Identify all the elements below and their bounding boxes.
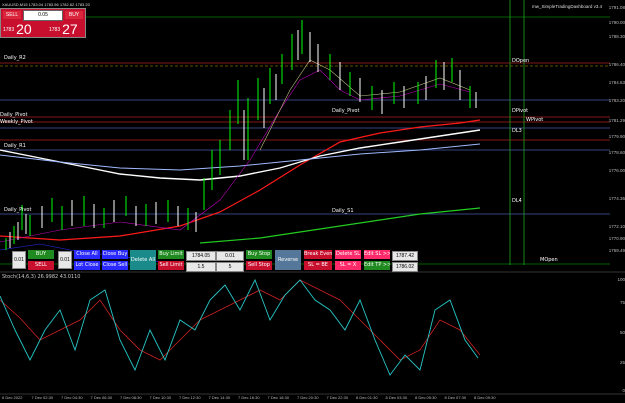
time-axis-label: 8 Dec 05:30 (415, 395, 437, 400)
wpivot-label: WPivot (526, 117, 544, 123)
buy-limit-price[interactable]: 1784.05 (186, 251, 216, 261)
price-axis-label: 1784.63 (608, 80, 625, 85)
sell-limit-price[interactable]: 1.5 (186, 262, 216, 272)
price-axis-label: 1772.10 (608, 224, 625, 229)
symbol-title: XAUUSD,M15 1783.04 1783.56 1782.62 1783.… (2, 2, 90, 7)
price-axis-label: 1791.08 (608, 5, 625, 10)
price-axis-label: 1769.49 (608, 248, 625, 253)
buy-button[interactable]: BUY (28, 250, 54, 259)
delete-sl-button[interactable]: Delete SL (335, 250, 361, 259)
close-all-button[interactable]: Close All (74, 250, 100, 259)
time-axis-label: 7 Dec 20:30 (297, 395, 319, 400)
price-axis-label: 1778.60 (608, 150, 625, 155)
time-axis-label: 8 Dec 07:30 (444, 395, 467, 400)
time-axis-label: 7 Dec 12:30 (179, 395, 201, 400)
dopen-label: DOpen (512, 58, 530, 64)
time-axis-label: 7 Dec 08:30 (120, 395, 142, 400)
time-axis-label: 6 Dec 2022 (2, 395, 23, 400)
one-click-sell-button[interactable]: SELL (3, 11, 21, 19)
edit-tp-button[interactable]: Edit TP >> (364, 261, 390, 270)
stoch-title: Stoch(14,6,3) 26.9982 43.0110 (2, 274, 81, 280)
reverse-button[interactable]: Reverse (275, 250, 301, 270)
time-axis-label: 7 Dec 06:30 (90, 395, 113, 400)
one-click-buy-button[interactable]: BUY (65, 11, 83, 19)
price-axis-label: 1776.00 (608, 168, 625, 173)
time-axis-label: 7 Dec 22:30 (326, 395, 349, 400)
time-axis-label: 7 Dec 16:30 (238, 395, 260, 400)
price-axis-label: 1790.00 (608, 20, 625, 25)
edit-tp-value[interactable]: 1786.02 (392, 262, 418, 272)
sell-limit-button[interactable]: Sell Limit (158, 261, 184, 270)
lot-close-button[interactable]: Lot Close (74, 261, 100, 270)
mopen-label: MOpen (540, 257, 558, 263)
price-axis-label: 1786.40 (608, 62, 625, 67)
sell-button[interactable]: SELL (28, 261, 54, 270)
time-axis-label: 7 Dec 18:30 (267, 395, 290, 400)
weekly-pivot-label: Weekly_Pivot (0, 119, 33, 125)
time-axis-label: 7 Dec 14:30 (208, 395, 231, 400)
lot-input-2[interactable]: 0.01 (58, 251, 72, 269)
time-axis-label: 8 Dec 01:30 (356, 395, 378, 400)
time-axis-label: 7 Dec 10:30 (149, 395, 172, 400)
daily-r1-label: Daily_R1 (4, 143, 26, 149)
buy-limit-lot[interactable]: 0.01 (216, 251, 244, 261)
trade-panel: 0.01 BUY SELL 0.01 Close All Close Buy L… (0, 250, 420, 272)
close-buy-button[interactable]: Close Buy (102, 250, 128, 259)
sl-x-button[interactable]: SL = X (335, 261, 361, 270)
time-axis-label: 7 Dec 02:30 (31, 395, 54, 400)
price-axis-label: 1783.20 (608, 98, 625, 103)
dl3-label: DL3 (512, 128, 522, 134)
time-axis-label: 7 Dec 04:30 (61, 395, 83, 400)
buy-limit-button[interactable]: Buy Limit (158, 250, 184, 259)
one-click-lot-input[interactable]: 0.05 (23, 10, 63, 21)
time-axis-label: 8 Dec 03:30 (385, 395, 408, 400)
edit-sl-value[interactable]: 1787.42 (392, 251, 418, 261)
close-sell-button[interactable]: Close Sell (102, 261, 128, 270)
buy-stop-button[interactable]: Buy Stop (246, 250, 272, 259)
price-axis-label: 1774.36 (608, 196, 625, 201)
daily-pivot-mid-label: Daily_Pivot (332, 108, 360, 114)
price-axis-label: 1788.30 (608, 34, 625, 39)
price-axis-label: 1779.90 (608, 134, 625, 139)
price-chart[interactable] (0, 0, 625, 403)
time-axis-label: 8 Dec 09:30 (474, 395, 496, 400)
daily-pivot-label: Daily_Pivot (0, 112, 28, 118)
sell-stop-button[interactable]: Sell Stop (246, 261, 272, 270)
sl-be-button[interactable]: SL = BE (304, 261, 332, 270)
price-axis-label: 1770.90 (608, 236, 625, 241)
daily-r2-label: Daily_R2 (4, 55, 26, 61)
dpivot-label: DPivot (512, 108, 529, 114)
price-axis-label: 1781.29 (608, 118, 625, 123)
daily-s1-label: Daily_S1 (332, 208, 354, 214)
bid-price: 1783 20 (3, 21, 32, 37)
dashboard-title: mw_SimpleTradingDashboard v3.4 (532, 4, 603, 9)
one-click-panel: SELL 0.05 BUY 1783 20 1783 27 (0, 8, 86, 38)
ask-price: 1783 27 (49, 21, 78, 37)
delete-all-button[interactable]: Delete All (130, 250, 156, 270)
edit-sl-button[interactable]: Edit SL >> (364, 250, 390, 259)
break-even-button[interactable]: Break Even (304, 250, 332, 259)
sell-limit-lot[interactable]: 5 (216, 262, 244, 272)
dl4-label: DL4 (512, 198, 522, 204)
lot-input[interactable]: 0.01 (12, 251, 26, 269)
daily-pivot-low-label: Daily_Pivot (4, 207, 32, 213)
